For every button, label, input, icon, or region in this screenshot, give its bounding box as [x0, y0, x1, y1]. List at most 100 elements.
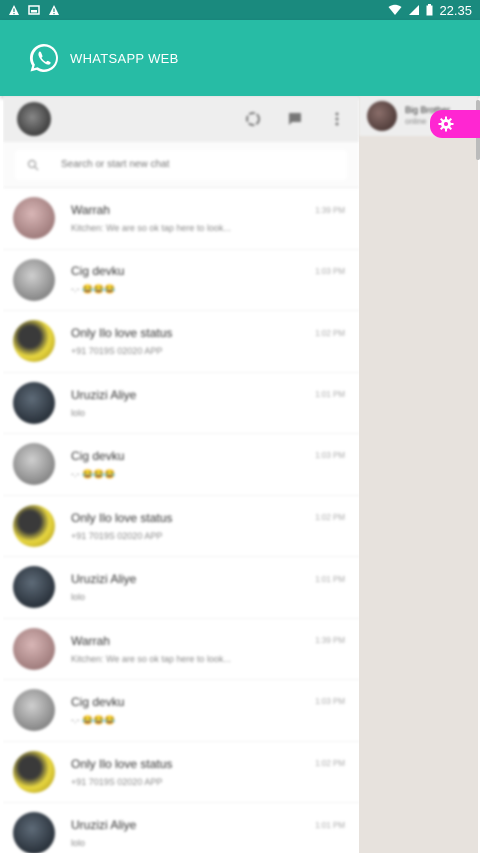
chat-time: 1:03 PM — [315, 697, 345, 707]
chat-title-row: Uruzizi Aliye 1:01 PM — [71, 572, 345, 586]
conversation-pane[interactable]: Big Brother online — [359, 96, 478, 853]
chat-name: Cig devku — [71, 694, 125, 709]
status-icon[interactable] — [245, 111, 261, 127]
chat-name: Uruzizi Aliye — [71, 818, 137, 833]
chat-body: Only Ilo love status 1:02 PM +91 7019S 020… — [71, 511, 359, 541]
chat-title-row: Warrah 1:39 PM — [71, 203, 345, 217]
chat-body: Uruzizi Aliye 1:01 PM lolo — [71, 388, 359, 418]
chat-avatar — [13, 689, 55, 732]
chat-body: Uruzizi Aliye 1:01 PM lolo — [71, 818, 359, 848]
chat-last-message: lolo — [71, 838, 86, 849]
chat-list-item[interactable]: Only Ilo love status 1:02 PM +91 7019S 020… — [3, 742, 359, 803]
chat-title-row: Cig devku 1:03 PM — [71, 695, 345, 709]
chat-list-item[interactable]: Uruzizi Aliye 1:01 PM lolo — [3, 803, 359, 853]
search-icon — [27, 159, 39, 170]
chat-title-row: Uruzizi Aliye 1:01 PM — [71, 818, 345, 832]
chat-avatar — [13, 504, 55, 547]
chat-time: 1:03 PM — [315, 266, 345, 276]
chat-avatar — [13, 381, 55, 424]
chat-avatar — [13, 812, 55, 853]
chat-title-row: Warrah 1:39 PM — [71, 634, 345, 648]
chat-last-message: +91 7019S 02020 APP — [71, 776, 163, 787]
chat-avatar — [13, 627, 55, 670]
chat-title-row: Cig devku 1:03 PM — [71, 449, 345, 463]
chat-time: 1:39 PM — [315, 636, 345, 646]
gear-icon — [438, 116, 454, 132]
chat-last-message: -.- 😂😂😂 — [71, 468, 116, 479]
chat-name: Only Ilo love status — [71, 326, 173, 341]
chat-avatar — [13, 320, 55, 363]
chat-last-message: lolo — [71, 407, 86, 418]
menu-icon[interactable] — [329, 111, 345, 127]
chat-time: 1:39 PM — [315, 205, 345, 215]
chat-time: 1:02 PM — [315, 759, 345, 769]
whatsapp-logo-icon — [29, 43, 58, 72]
chat-body: Uruzizi Aliye 1:01 PM lolo — [71, 572, 359, 602]
chat-last-message: -.- 😂😂😂 — [71, 284, 116, 295]
contact-avatar[interactable] — [367, 101, 397, 131]
chat-avatar — [13, 750, 55, 793]
chat-body: Only Ilo love status 1:02 PM +91 7019S 020… — [71, 757, 359, 787]
chat-list-pane: Warrah 1:39 PM Kitchen: We are so ok tap h… — [3, 96, 359, 853]
chat-time: 1:01 PM — [315, 820, 345, 830]
chat-list-item[interactable]: Cig devku 1:03 PM -.- 😂😂😂 — [3, 250, 359, 311]
chat-body: Cig devku 1:03 PM -.- 😂😂😂 — [71, 695, 359, 726]
chat-avatar — [13, 566, 55, 609]
chat-last-message: lolo — [71, 592, 86, 603]
chat-time: 1:03 PM — [315, 451, 345, 461]
chat-title-row: Only Ilo love status 1:02 PM — [71, 326, 345, 340]
chat-name: Only Ilo love status — [71, 756, 173, 771]
chat-list-item[interactable]: Uruzizi Aliye 1:01 PM lolo — [3, 373, 359, 434]
image-icon — [28, 5, 40, 15]
chat-title-row: Only Ilo love status 1:02 PM — [71, 511, 345, 525]
chat-time: 1:02 PM — [315, 513, 345, 523]
chat-name: Only Ilo love status — [71, 510, 173, 525]
chat-title-row: Cig devku 1:03 PM — [71, 264, 345, 278]
chat-list-item[interactable]: Uruzizi Aliye 1:01 PM lolo — [3, 557, 359, 619]
search-bar — [3, 142, 359, 188]
header-actions — [245, 111, 345, 127]
new-chat-icon[interactable] — [287, 111, 303, 127]
chat-list-item[interactable]: Cig devku 1:03 PM -.- 😂😂😂 — [3, 680, 359, 742]
chat-time: 1:02 PM — [315, 328, 345, 338]
chat-body: Only Ilo love status 1:02 PM +91 7019S 020… — [71, 326, 359, 356]
chat-list: Warrah 1:39 PM Kitchen: We are so ok tap h… — [3, 188, 359, 853]
chat-list-item[interactable]: Warrah 1:39 PM Kitchen: We are so ok tap h… — [3, 188, 359, 250]
search-input[interactable] — [61, 159, 301, 170]
chat-last-message: Kitchen: We are so ok tap here to look..… — [71, 223, 231, 234]
status-bar-left — [8, 4, 60, 16]
chat-name: Uruzizi Aliye — [71, 572, 137, 587]
chat-body: Warrah 1:39 PM Kitchen: We are so ok tap h… — [71, 634, 359, 664]
floating-settings-button[interactable] — [430, 110, 480, 138]
chat-last-message: -.- 😂😂😂 — [71, 714, 116, 725]
chat-title-row: Uruzizi Aliye 1:01 PM — [71, 388, 345, 402]
chat-last-message: Kitchen: We are so ok tap here to look..… — [71, 653, 231, 664]
chat-list-item[interactable]: Cig devku 1:03 PM -.- 😂😂😂 — [3, 434, 359, 496]
chat-list-item[interactable]: Only Ilo love status 1:02 PM +91 7019S 020… — [3, 496, 359, 557]
battery-icon — [426, 4, 433, 16]
my-profile-avatar[interactable] — [17, 102, 51, 136]
status-bar-right: 22.35 — [388, 3, 472, 18]
chat-list-item[interactable]: Warrah 1:39 PM Kitchen: We are so ok tap h… — [3, 619, 359, 680]
chat-last-message: +91 7019S 02020 APP — [71, 530, 163, 541]
warning-icon — [49, 5, 59, 15]
chat-time: 1:01 PM — [315, 390, 345, 400]
chat-name: Cig devku — [71, 448, 125, 463]
chat-body: Cig devku 1:03 PM -.- 😂😂😂 — [71, 449, 359, 480]
chat-name: Cig devku — [71, 264, 125, 279]
warning-icon — [9, 5, 19, 15]
chat-time: 1:01 PM — [315, 574, 345, 584]
chat-body: Cig devku 1:03 PM -.- 😂😂😂 — [71, 264, 359, 295]
chat-body: Warrah 1:39 PM Kitchen: We are so ok tap h… — [71, 203, 359, 233]
chat-name: Uruzizi Aliye — [71, 387, 137, 402]
chat-list-item[interactable]: Only Ilo love status 1:02 PM +91 7019S 020… — [3, 311, 359, 373]
signal-icon — [409, 5, 420, 15]
search-box[interactable] — [15, 149, 347, 180]
wifi-icon — [388, 4, 402, 15]
whatsapp-web-view[interactable]: Warrah 1:39 PM Kitchen: We are so ok tap h… — [3, 96, 478, 853]
chat-avatar — [13, 197, 55, 240]
chat-name: Warrah — [71, 203, 110, 218]
status-time: 22.35 — [439, 2, 472, 18]
chat-avatar — [13, 443, 55, 486]
chat-list-header — [3, 96, 359, 142]
